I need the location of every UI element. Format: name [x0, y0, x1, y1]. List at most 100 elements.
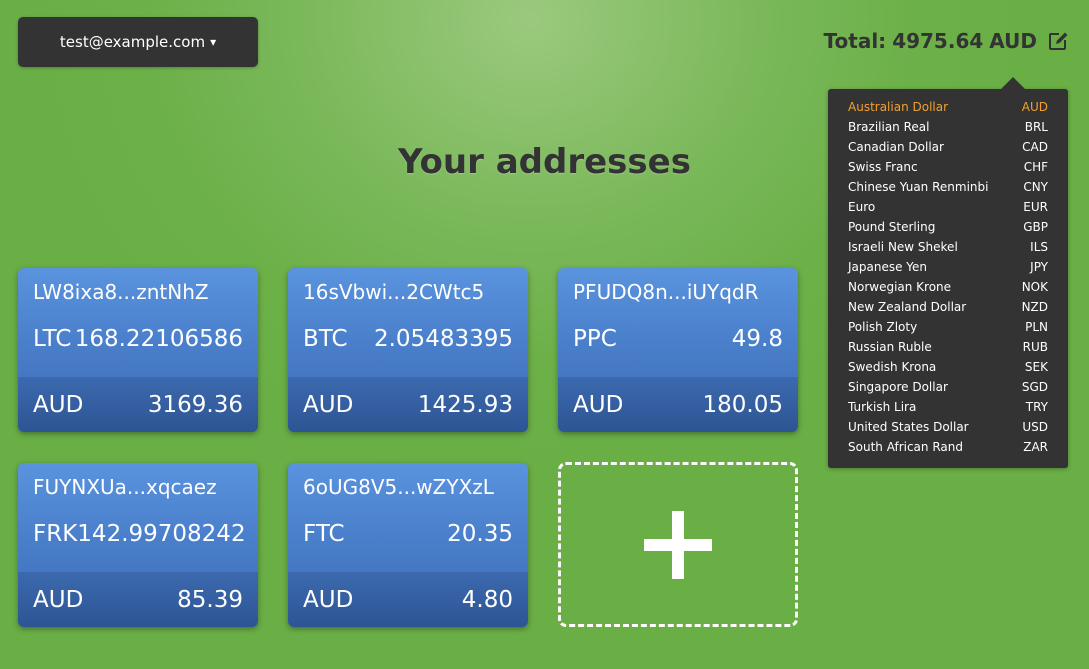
add-address-button[interactable] [558, 462, 798, 627]
fiat-amount: 180.05 [702, 391, 783, 418]
currency-name: Israeli New Shekel [848, 240, 958, 254]
currency-option-rub[interactable]: Russian Ruble RUB [828, 337, 1068, 357]
fiat-value-row: AUD 180.05 [558, 377, 798, 432]
fiat-currency: AUD [303, 391, 354, 418]
currency-name: Chinese Yuan Renminbi [848, 180, 989, 194]
currency-code: RUB [1022, 340, 1048, 354]
currency-code: CHF [1023, 160, 1048, 174]
total-balance: Total: 4975.64 AUD [824, 26, 1069, 56]
address-card[interactable]: PFUDQ8n...iUYqdR PPC 49.8 AUD 180.05 [558, 268, 798, 432]
currency-name: Pound Sterling [848, 220, 936, 234]
address-text: FUYNXUa...xqcaez [33, 475, 217, 499]
currency-option-nzd[interactable]: New Zealand Dollar NZD [828, 297, 1068, 317]
currency-option-cad[interactable]: Canadian Dollar CAD [828, 137, 1068, 157]
currency-name: Swedish Krona [848, 360, 937, 374]
currency-name: South African Rand [848, 440, 963, 454]
address-card[interactable]: FUYNXUa...xqcaez FRK 142.99708242 AUD 85.39 [18, 463, 258, 627]
fiat-value-row: AUD 3169.36 [18, 377, 258, 432]
currency-option-brl[interactable]: Brazilian Real BRL [828, 117, 1068, 137]
currency-option-cny[interactable]: Chinese Yuan Renminbi CNY [828, 177, 1068, 197]
currency-option-nok[interactable]: Norwegian Krone NOK [828, 277, 1068, 297]
fiat-currency: AUD [303, 586, 354, 613]
fiat-amount: 4.80 [461, 586, 513, 613]
total-label: Total: [823, 29, 887, 53]
currency-name: Australian Dollar [848, 100, 949, 114]
coin-balance-row: FTC 20.35 [303, 521, 513, 547]
currency-option-gbp[interactable]: Pound Sterling GBP [828, 217, 1068, 237]
currency-option-pln[interactable]: Polish Zloty PLN [828, 317, 1068, 337]
coin-balance-row: FRK 142.99708242 [33, 521, 246, 547]
coin-amount: 49.8 [731, 326, 783, 352]
coin-symbol: LTC [33, 326, 72, 352]
currency-name: Euro [848, 200, 876, 214]
currency-code: GBP [1023, 220, 1048, 234]
currency-code: EUR [1023, 200, 1048, 214]
address-text: LW8ixa8...zntNhZ [33, 280, 209, 304]
currency-name: New Zealand Dollar [848, 300, 967, 314]
currency-option-chf[interactable]: Swiss Franc CHF [828, 157, 1068, 177]
currency-name: United States Dollar [848, 420, 969, 434]
address-text: 16sVbwi...2CWtc5 [303, 280, 485, 304]
currency-code: USD [1022, 420, 1048, 434]
fiat-value-row: AUD 4.80 [288, 572, 528, 627]
currency-code: CNY [1023, 180, 1048, 194]
currency-name: Brazilian Real [848, 120, 930, 134]
currency-code: JPY [1030, 260, 1048, 274]
currency-name: Polish Zloty [848, 320, 918, 334]
edit-icon[interactable] [1047, 30, 1069, 52]
total-value: 4975.64 [892, 29, 984, 53]
fiat-currency: AUD [573, 391, 624, 418]
address-text: 6oUG8V5...wZYXzL [303, 475, 494, 499]
currency-option-try[interactable]: Turkish Lira TRY [828, 397, 1068, 417]
fiat-amount: 3169.36 [147, 391, 243, 418]
currency-option-sgd[interactable]: Singapore Dollar SGD [828, 377, 1068, 397]
coin-symbol: BTC [303, 326, 348, 352]
currency-name: Singapore Dollar [848, 380, 948, 394]
coin-amount: 2.05483395 [373, 326, 513, 352]
currency-code: CAD [1022, 140, 1048, 154]
currency-option-ils[interactable]: Israeli New Shekel ILS [828, 237, 1068, 257]
fiat-amount: 85.39 [177, 586, 243, 613]
currency-option-usd[interactable]: United States Dollar USD [828, 417, 1068, 437]
currency-dropdown-menu: Australian Dollar AUD Brazilian Real BRL Can… [828, 77, 1068, 468]
currency-option-eur[interactable]: Euro EUR [828, 197, 1068, 217]
currency-name: Canadian Dollar [848, 140, 944, 154]
address-card[interactable]: LW8ixa8...zntNhZ LTC 168.22106586 AUD 3169.3… [18, 268, 258, 432]
currency-code: NZD [1021, 300, 1048, 314]
fiat-currency: AUD [33, 586, 84, 613]
address-card[interactable]: 16sVbwi...2CWtc5 BTC 2.05483395 AUD 1425.93 [288, 268, 528, 432]
coin-symbol: FRK [33, 521, 78, 547]
coin-amount: 20.35 [447, 521, 513, 547]
coin-symbol: PPC [573, 326, 617, 352]
currency-code: SEK [1024, 360, 1048, 374]
currency-code: AUD [1021, 100, 1048, 114]
address-card[interactable]: 6oUG8V5...wZYXzL FTC 20.35 AUD 4.80 [288, 463, 528, 627]
fiat-currency: AUD [33, 391, 84, 418]
coin-balance-row: PPC 49.8 [573, 326, 783, 352]
currency-name: Japanese Yen [848, 260, 928, 274]
account-email: test@example.com [59, 33, 206, 51]
currency-option-jpy[interactable]: Japanese Yen JPY [828, 257, 1068, 277]
account-dropdown-button[interactable]: test@example.com ▾ [18, 17, 258, 67]
currency-code: ILS [1030, 240, 1048, 254]
currency-name: Norwegian Krone [848, 280, 952, 294]
currency-name: Swiss Franc [848, 160, 918, 174]
currency-code: ZAR [1023, 440, 1048, 454]
coin-symbol: FTC [303, 521, 345, 547]
currency-name: Turkish Lira [848, 400, 917, 414]
coin-amount: 168.22106586 [74, 326, 243, 352]
currency-code: BRL [1024, 120, 1048, 134]
plus-icon [644, 510, 712, 579]
address-text: PFUDQ8n...iUYqdR [573, 280, 759, 304]
currency-code: PLN [1025, 320, 1048, 334]
currency-option-aud[interactable]: Australian Dollar AUD [828, 97, 1068, 117]
fiat-value-row: AUD 1425.93 [288, 377, 528, 432]
total-currency: AUD [989, 29, 1037, 53]
currency-option-sek[interactable]: Swedish Krona SEK [828, 357, 1068, 377]
currency-code: NOK [1021, 280, 1048, 294]
currency-option-zar[interactable]: South African Rand ZAR [828, 437, 1068, 457]
currency-code: SGD [1021, 380, 1048, 394]
coin-balance-row: LTC 168.22106586 [33, 326, 243, 352]
chevron-down-icon: ▾ [210, 35, 217, 49]
currency-name: Russian Ruble [848, 340, 932, 354]
